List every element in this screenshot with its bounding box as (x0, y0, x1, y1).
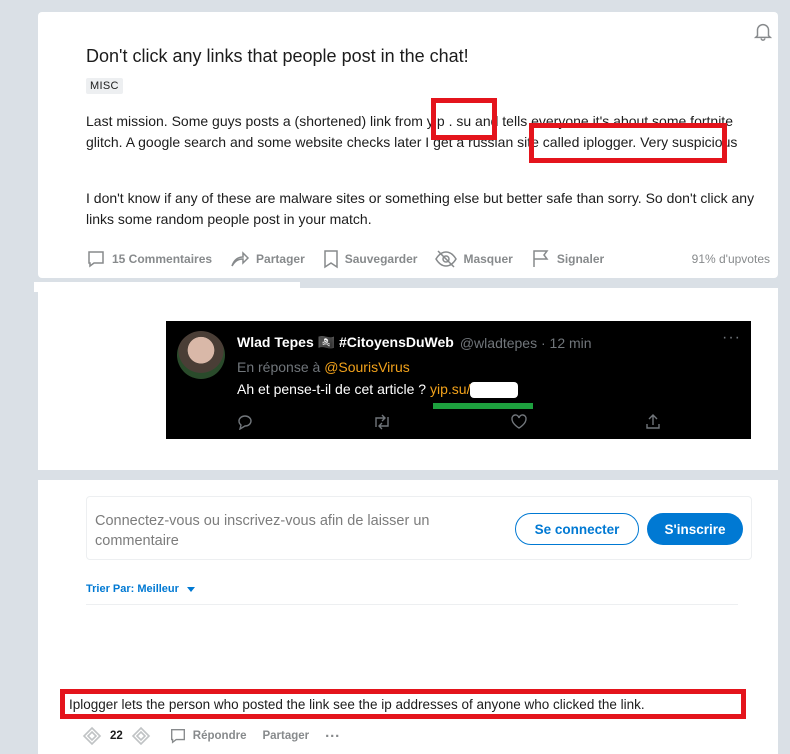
downvote-icon[interactable] (131, 726, 151, 746)
share-button[interactable]: Partager (230, 249, 305, 269)
report-button[interactable]: Signaler (531, 249, 604, 269)
avatar[interactable] (177, 331, 225, 379)
highlight-box-yipsu (431, 98, 497, 140)
signup-button[interactable]: S'inscrire (647, 513, 743, 545)
comment-more-button[interactable]: ··· (325, 728, 340, 745)
hide-eye-icon (435, 250, 458, 268)
sort-label: Trier Par: Meilleur (86, 583, 179, 595)
reply-icon[interactable] (237, 414, 255, 430)
share-icon (231, 251, 250, 267)
notification-bell-icon[interactable] (752, 20, 774, 42)
comment-actions: 22 Répondre Partager ··· (82, 726, 356, 746)
reply-prefix: En réponse à (237, 359, 321, 375)
caret-down-icon (186, 586, 195, 592)
reply-button[interactable]: Répondre (169, 727, 247, 745)
highlight-underline (433, 403, 533, 409)
upvote-ratio: 91% d'upvotes (691, 252, 770, 266)
post-card: Don't click any links that people post i… (38, 12, 778, 278)
redaction-block (470, 382, 519, 399)
post-flair[interactable]: MISC (86, 78, 123, 94)
tweet-actions (237, 414, 661, 430)
comment-text: Iplogger lets the person who posted the … (69, 697, 645, 712)
tweet-link[interactable]: yip.su/ (430, 381, 470, 397)
hide-button[interactable]: Masquer (435, 249, 513, 269)
comment-vote-count: 22 (110, 730, 123, 742)
save-button[interactable]: Sauvegarder (323, 249, 418, 269)
comment-share-button[interactable]: Partager (262, 730, 309, 742)
reply-to-handle[interactable]: @SourisVirus (324, 359, 410, 375)
bookmark-icon (324, 250, 338, 269)
post-action-bar: 15 Commentaires Partager Sauvegarder Mas… (86, 248, 770, 270)
tweet-reply-context: En réponse à @SourisVirus (237, 359, 410, 375)
tweet-author-name[interactable]: Wlad Tepes 🏴‍☠️ #CitoyensDuWeb (237, 334, 454, 351)
tweet-header: Wlad Tepes 🏴‍☠️ #CitoyensDuWeb @wladtepe… (237, 334, 592, 351)
share-upload-icon[interactable] (645, 414, 661, 430)
tweet-body: Ah et pense-t-il de cet article ? (237, 381, 427, 397)
more-options-icon: ··· (325, 727, 341, 745)
divider (86, 604, 738, 605)
sort-dropdown[interactable]: Trier Par: Meilleur (86, 583, 195, 595)
more-options-icon[interactable]: ··· (722, 329, 741, 347)
post-title[interactable]: Don't click any links that people post i… (86, 46, 469, 67)
comments-button[interactable]: 15 Commentaires (86, 249, 212, 269)
upvote-icon[interactable] (82, 726, 102, 746)
login-prompt-text: Connectez-vous ou inscrivez-vous afin de… (95, 513, 430, 549)
report-label: Signaler (556, 252, 605, 266)
login-button[interactable]: Se connecter (515, 513, 639, 545)
post-paragraph-2: I don't know if any of these are malware… (86, 190, 755, 227)
comments-label: 15 Commentaires (112, 252, 213, 266)
comment-share-label: Partager (262, 730, 310, 742)
comment-icon (170, 729, 185, 744)
tweet-author-handle[interactable]: @wladtepes · 12 min (460, 335, 592, 351)
highlight-box-iplogger (529, 123, 727, 163)
login-prompt-box: Connectez-vous ou inscrivez-vous afin de… (86, 496, 752, 560)
hide-label: Masquer (463, 252, 513, 266)
comment-icon (88, 251, 104, 268)
like-heart-icon[interactable] (510, 414, 528, 430)
tweet-text: Ah et pense-t-il de cet article ? yip.su… (237, 381, 519, 399)
highlighted-comment: Iplogger lets the person who posted the … (60, 689, 746, 719)
share-label: Partager (256, 252, 305, 266)
tweet[interactable]: Wlad Tepes 🏴‍☠️ #CitoyensDuWeb @wladtepe… (166, 321, 751, 439)
flag-icon (533, 250, 549, 267)
reply-label: Répondre (192, 730, 247, 742)
comments-card: Connectez-vous ou inscrivez-vous afin de… (38, 480, 778, 754)
save-label: Sauvegarder (344, 252, 418, 266)
tweet-embed-card: Wlad Tepes 🏴‍☠️ #CitoyensDuWeb @wladtepe… (38, 288, 778, 470)
retweet-icon[interactable] (372, 414, 392, 430)
